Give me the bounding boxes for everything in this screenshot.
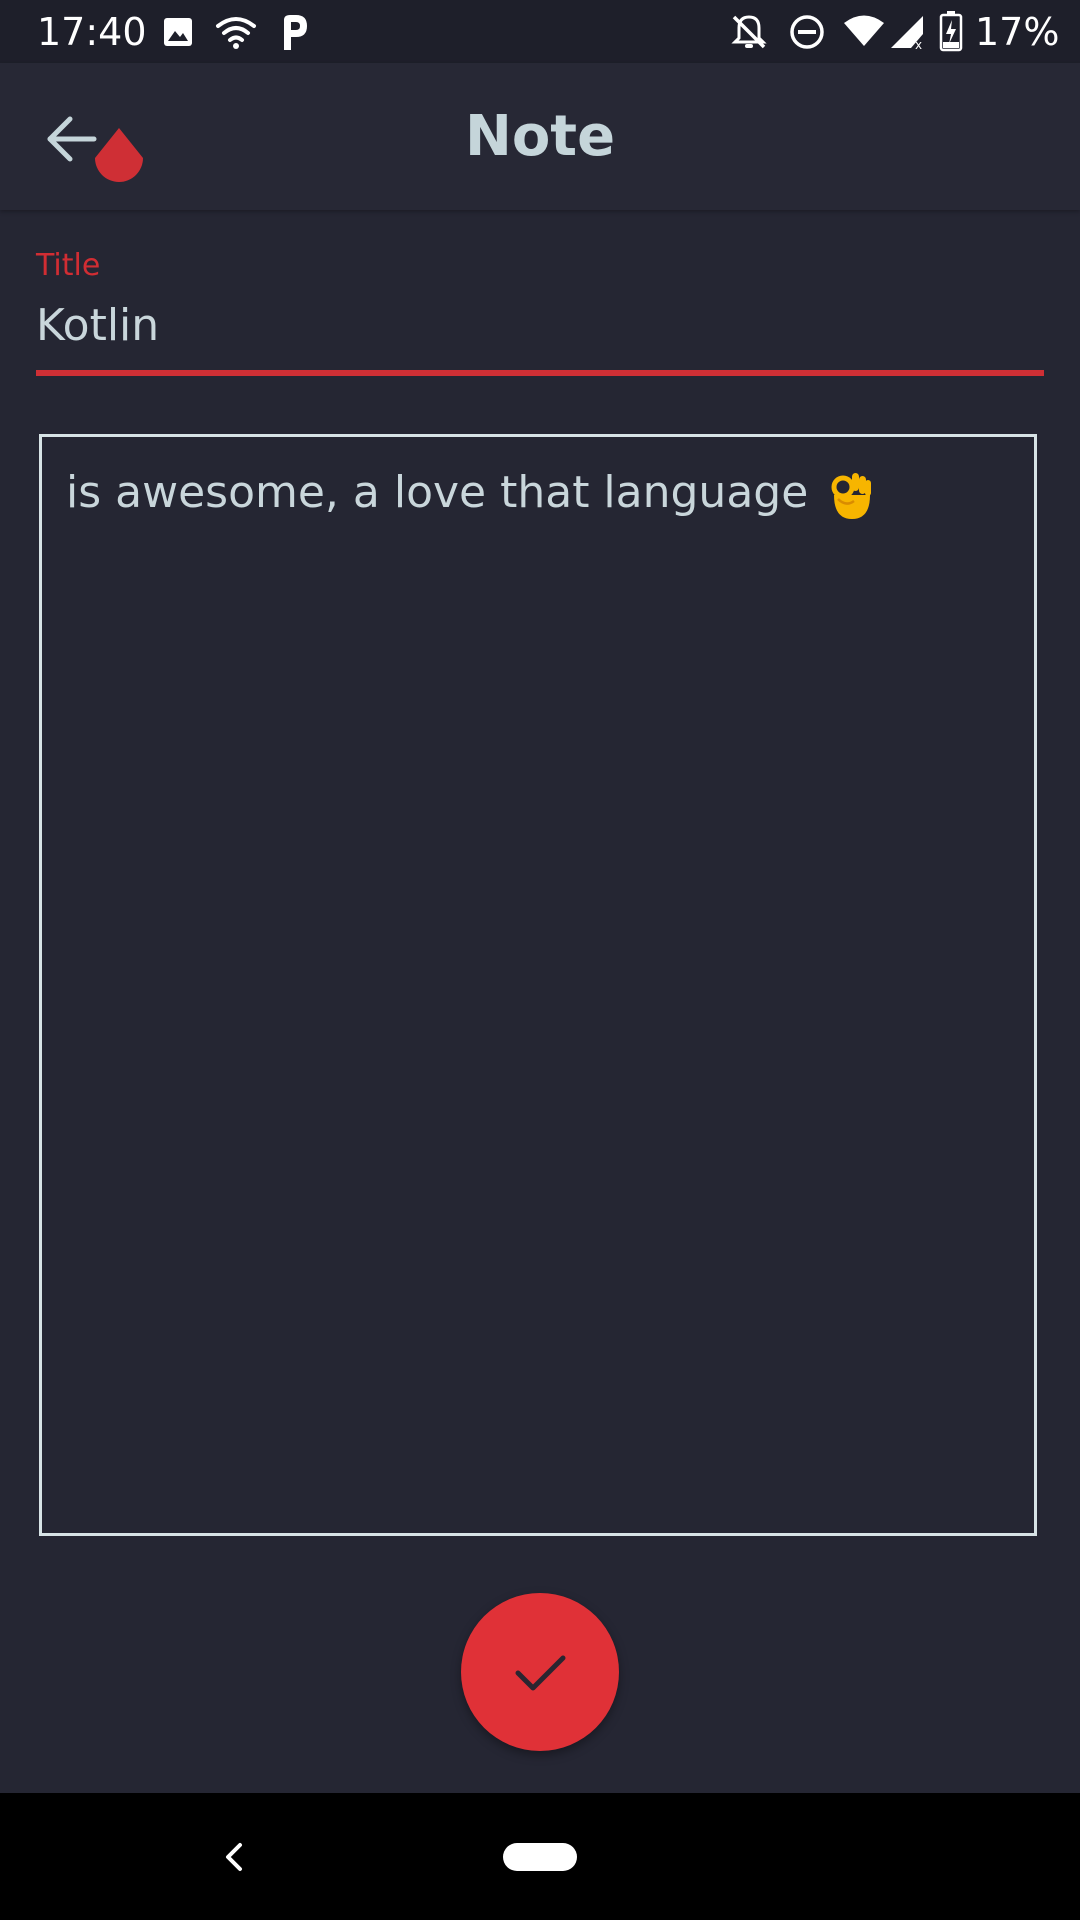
text-cursor-handle[interactable] — [92, 124, 146, 192]
check-icon — [515, 1655, 566, 1691]
nav-back-icon[interactable] — [210, 1833, 258, 1881]
cell-signal-icon: x — [891, 16, 923, 50]
battery-charging-icon — [939, 11, 963, 52]
save-note-button[interactable] — [461, 1593, 619, 1751]
status-bar: 17:40 x 17% — [0, 0, 1080, 63]
ok-hand-emoji-icon — [831, 473, 872, 519]
note-body-text: is awesome, a love that language — [66, 467, 874, 521]
app-bar: Note — [0, 63, 1080, 210]
title-label: Title — [36, 248, 101, 283]
battery-percent: 17% — [975, 10, 1060, 54]
title-field: Title — [36, 240, 1044, 440]
title-underline — [36, 370, 1044, 376]
wifi-icon — [216, 17, 256, 49]
image-icon — [164, 18, 192, 46]
note-screen: 17:40 x 17% Note Title Kotlin is awesome… — [0, 0, 1080, 1920]
wifi-signal-icon — [844, 15, 884, 46]
nav-home-pill[interactable] — [503, 1843, 577, 1871]
do-not-disturb-icon — [790, 15, 824, 49]
note-body-field[interactable]: is awesome, a love that language — [39, 434, 1037, 1536]
status-time: 17:40 — [37, 10, 147, 54]
parking-icon — [284, 15, 307, 50]
svg-text:x: x — [915, 38, 922, 50]
page-title: Note — [464, 104, 616, 169]
note-body-text-content: is awesome, a love that language — [66, 467, 809, 518]
title-input[interactable] — [36, 290, 1044, 360]
notifications-off-icon — [731, 15, 767, 49]
